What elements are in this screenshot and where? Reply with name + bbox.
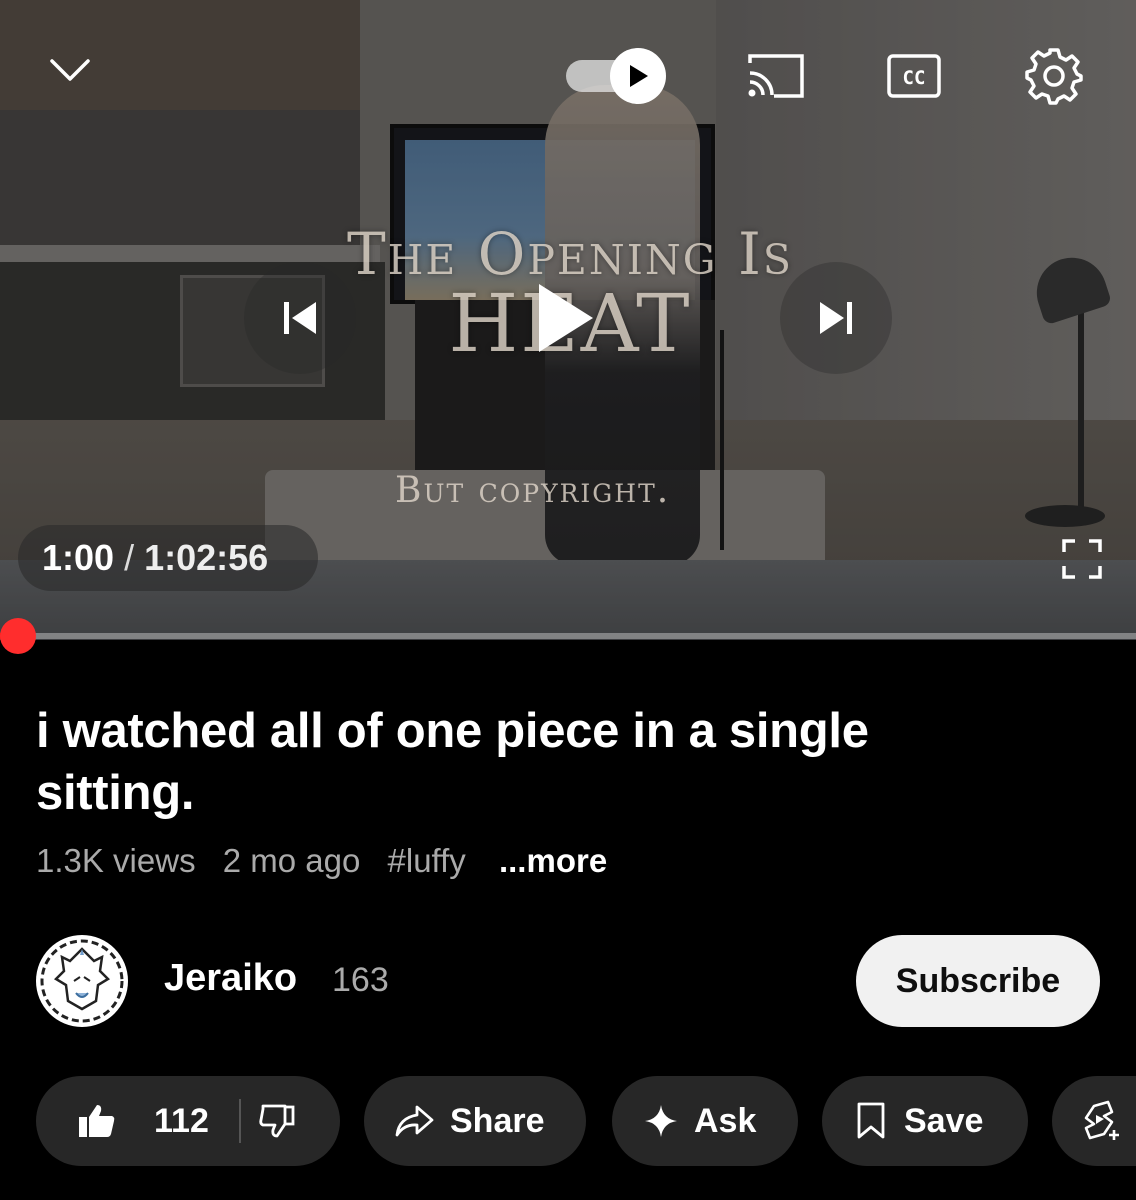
time-display[interactable]: 1:00 / 1:02:56 — [18, 525, 318, 591]
action-bar: 112 Share Ask Save — [36, 1076, 1136, 1166]
previous-button[interactable] — [244, 262, 356, 374]
channel-row: Jeraiko 163 Subscribe — [36, 935, 1100, 1027]
duration: 1:02:56 — [144, 537, 269, 578]
next-button[interactable] — [780, 262, 892, 374]
cast-icon — [748, 54, 804, 98]
gear-icon — [1025, 48, 1083, 105]
share-button[interactable]: Share — [364, 1076, 586, 1166]
view-count: 1.3K views — [36, 842, 196, 879]
cast-button[interactable] — [740, 48, 810, 104]
remix-icon — [1084, 1100, 1119, 1140]
dislike-button[interactable] — [259, 1103, 295, 1139]
video-metadata[interactable]: 1.3K views 2 mo ago #luffy ...more — [36, 842, 625, 880]
cc-icon: CC — [887, 54, 941, 98]
thumbs-up-icon — [79, 1105, 115, 1137]
time-separator: / — [124, 537, 135, 578]
autoplay-toggle[interactable] — [562, 48, 672, 104]
hashtag-link[interactable]: #luffy — [388, 842, 466, 879]
more-link[interactable]: ...more — [499, 842, 607, 879]
thumbs-down-icon — [259, 1104, 295, 1138]
channel-name[interactable]: Jeraiko — [164, 957, 297, 1000]
play-button[interactable] — [500, 262, 630, 374]
channel-avatar[interactable] — [36, 935, 128, 1027]
subscribe-button[interactable]: Subscribe — [856, 935, 1100, 1027]
play-icon — [630, 65, 648, 87]
current-time: 1:00 — [42, 537, 115, 578]
lion-logo-icon — [40, 939, 124, 1023]
skip-previous-icon — [284, 302, 316, 334]
like-dislike-group: 112 — [36, 1076, 340, 1166]
remix-button[interactable] — [1052, 1076, 1136, 1166]
overlay-subtitle: But copyright. — [395, 470, 671, 511]
chevron-down-icon — [50, 59, 90, 81]
share-label: Share — [450, 1101, 545, 1140]
like-count: 112 — [154, 1101, 209, 1140]
settings-button[interactable] — [1020, 44, 1088, 108]
ask-label: Ask — [694, 1101, 757, 1140]
captions-button[interactable]: CC — [884, 48, 944, 104]
save-label: Save — [904, 1101, 984, 1140]
fullscreen-icon — [1062, 539, 1102, 579]
save-button[interactable]: Save — [822, 1076, 1028, 1166]
skip-next-icon — [820, 302, 852, 334]
video-player[interactable]: The Opening Is HEAT But copyright. CC — [0, 0, 1136, 640]
sparkle-icon — [645, 1105, 677, 1137]
video-title[interactable]: i watched all of one piece in a single s… — [36, 700, 1036, 824]
svg-text:CC: CC — [903, 67, 926, 89]
like-button[interactable] — [78, 1103, 116, 1139]
share-icon — [395, 1105, 434, 1137]
play-icon — [539, 284, 593, 352]
bookmark-icon — [857, 1102, 885, 1139]
ask-button[interactable]: Ask — [612, 1076, 798, 1166]
collapse-button[interactable] — [40, 48, 100, 92]
upload-age: 2 mo ago — [222, 842, 361, 879]
progress-bar[interactable] — [0, 633, 1136, 639]
subscriber-count: 163 — [332, 961, 389, 999]
progress-fill — [0, 633, 19, 639]
fullscreen-button[interactable] — [1052, 534, 1112, 584]
